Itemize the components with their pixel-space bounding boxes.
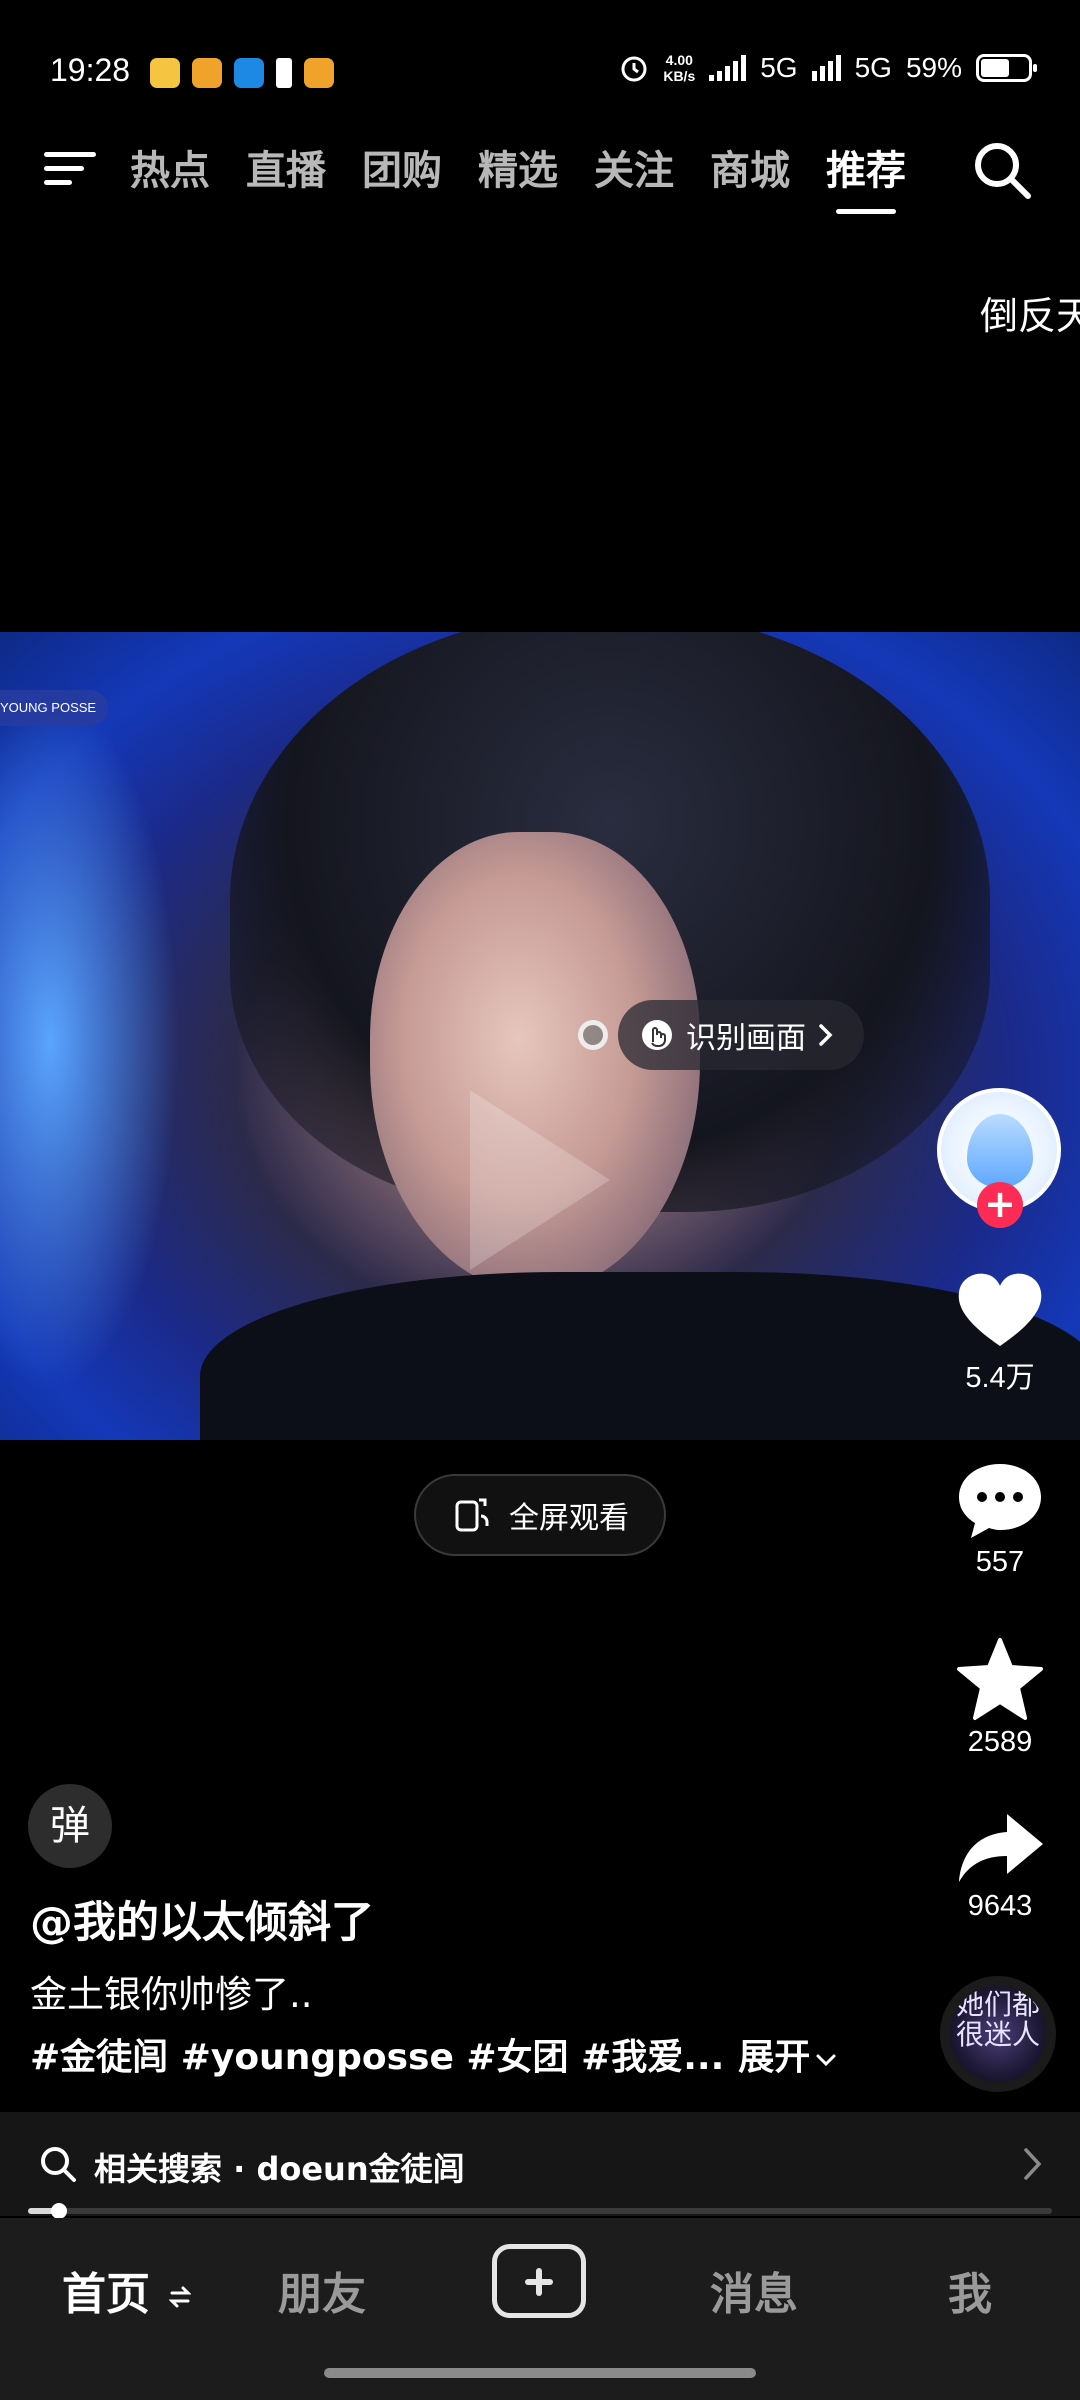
signal-type: 5G (854, 52, 892, 83)
battery-percent: 59% (905, 52, 962, 83)
comment-icon (959, 1464, 1041, 1538)
net-speed-unit: KB/s (663, 68, 696, 84)
battery-icon (976, 54, 1037, 82)
like-action[interactable]: 5.4万 (930, 1270, 1070, 1396)
weibo-icon (192, 58, 222, 88)
expand-button[interactable]: 展开 (738, 2037, 838, 2078)
status-bar: 19:28 4.00 KB/s 5G 5G 59% (0, 0, 1080, 120)
danmu-toggle-button[interactable]: 弹 (28, 1784, 112, 1868)
chevron-right-icon (819, 1024, 833, 1046)
comment-action[interactable]: 557 (930, 1460, 1070, 1579)
recognize-frame-button[interactable]: 识别画面 (618, 1000, 864, 1070)
fullscreen-label: 全屏观看 (509, 1501, 629, 1536)
weibo-icon (304, 58, 334, 88)
search-icon[interactable] (970, 138, 1034, 202)
nav-tabs: 热点 直播 团购 精选 关注 商城 推荐 (130, 138, 906, 214)
fullscreen-button[interactable]: 全屏观看 (414, 1474, 666, 1556)
hashtags[interactable]: #金徒闾 #youngposse #女团 #我爱... (30, 2037, 724, 2078)
menu-icon[interactable] (44, 146, 100, 192)
status-app-icons (150, 58, 334, 88)
play-icon[interactable] (470, 1090, 610, 1270)
share-icon (959, 1814, 1043, 1882)
related-search-separator: · (222, 2150, 257, 2188)
alarm-icon (621, 56, 647, 82)
net-speed-value: 4.00 (665, 52, 693, 68)
notification-icon (276, 58, 292, 88)
related-search-text: 相关搜索 · doeun金徒闾 (94, 2144, 465, 2190)
heart-icon (958, 1273, 1042, 1346)
home-indicator[interactable] (324, 2368, 756, 2378)
related-search-bar[interactable]: 相关搜索 · doeun金徒闾 (0, 2112, 1080, 2216)
playback-progress-bar[interactable] (28, 2203, 1052, 2219)
zhihu-icon (234, 58, 264, 88)
tab-featured[interactable]: 精选 (478, 138, 558, 196)
tab-group-buy[interactable]: 团购 (362, 138, 442, 196)
playback-progress-thumb[interactable] (51, 2203, 67, 2219)
top-nav: 热点 直播 团购 精选 关注 商城 推荐 (0, 120, 1080, 220)
tab-live[interactable]: 直播 (246, 138, 326, 196)
nav-home[interactable]: 首页 (62, 2258, 192, 2322)
favorite-action[interactable]: 2589 (930, 1636, 1070, 1759)
comment-count: 557 (975, 1546, 1025, 1578)
tab-following[interactable]: 关注 (594, 138, 674, 196)
nav-friends[interactable]: 朋友 (278, 2258, 366, 2322)
create-post-button[interactable] (492, 2244, 586, 2318)
expand-label: 展开 (738, 2037, 811, 2078)
signal-icon (709, 55, 747, 81)
swap-icon (168, 2286, 192, 2308)
video-description: 金土银你帅惨了.. (30, 1973, 313, 2016)
chevron-down-icon (816, 2054, 836, 2067)
nav-messages[interactable]: 消息 (710, 2258, 798, 2322)
tab-recommended[interactable]: 推荐 (826, 138, 906, 214)
tab-hot[interactable]: 热点 (130, 138, 210, 196)
author-name[interactable]: @我的以太倾斜了 (30, 1888, 374, 1950)
like-count: 5.4万 (965, 1362, 1035, 1394)
nav-home-label: 首页 (62, 2269, 150, 2320)
related-search-prefix: 相关搜索 (94, 2150, 223, 2188)
status-indicators: 4.00 KB/s 5G 5G 59% (619, 52, 1037, 84)
recognize-dot-icon (578, 1020, 608, 1050)
video-watermark-badge: YOUNG POSSE (0, 690, 109, 726)
nav-me[interactable]: 我 (948, 2258, 992, 2322)
avatar-mascot (967, 1114, 1033, 1188)
hashtag-line: #金徒闾 #youngposse #女团 #我爱... 展开 (30, 2028, 838, 2080)
recognize-label: 识别画面 (686, 1021, 806, 1056)
related-search-query: doeun金徒闾 (256, 2150, 465, 2188)
share-count: 9643 (967, 1890, 1033, 1922)
signal-type: 5G (760, 52, 798, 83)
hand-tap-icon (642, 1020, 672, 1050)
rotate-screen-icon (455, 1498, 489, 1532)
net-speed: 4.00 KB/s (663, 52, 695, 84)
tab-mall[interactable]: 商城 (710, 138, 790, 196)
favorite-count: 2589 (967, 1726, 1033, 1758)
chevron-right-icon (1024, 2148, 1042, 2180)
star-icon (957, 1638, 1043, 1720)
video-frame[interactable] (0, 632, 1080, 1440)
follow-button[interactable]: + (977, 1182, 1023, 1228)
stage-light (0, 692, 180, 1392)
status-time: 19:28 (50, 52, 131, 88)
signal-icon (811, 55, 841, 81)
search-icon (41, 2147, 76, 2182)
fruit-app-icon (150, 58, 180, 88)
floating-comment-text: 倒反天 (980, 294, 1080, 338)
share-action[interactable]: 9643 (930, 1810, 1070, 1923)
music-disc[interactable]: 她们都很迷人 (940, 1976, 1056, 2092)
